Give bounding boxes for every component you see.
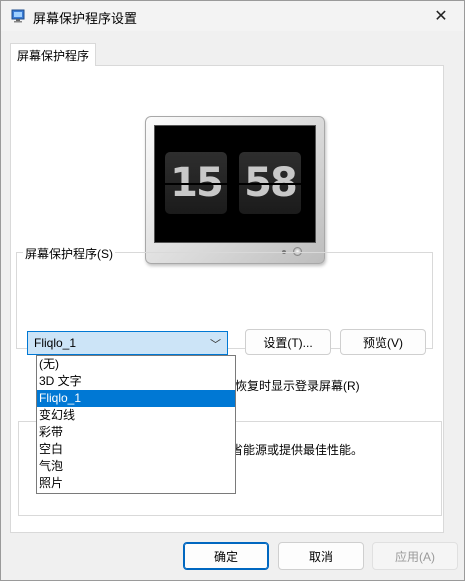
screensaver-select[interactable]: Fliqlo_1 ﹀ — [27, 331, 228, 355]
clock-hours: 15 — [165, 152, 227, 214]
dropdown-option[interactable]: Fliqlo_1 — [37, 390, 235, 407]
cancel-button[interactable]: 取消 — [278, 542, 364, 570]
dropdown-option[interactable]: 气泡 — [37, 458, 235, 475]
resume-login-checkbox-label[interactable]: 恢复时显示登录屏幕(R) — [235, 377, 360, 394]
dropdown-option[interactable]: 3D 文字 — [37, 373, 235, 390]
clock-minutes: 58 — [239, 152, 301, 214]
tab-screensaver[interactable]: 屏幕保护程序 — [10, 43, 96, 66]
close-button[interactable]: ✕ — [418, 1, 464, 31]
screensaver-select-value: Fliqlo_1 — [34, 336, 77, 350]
ok-button[interactable]: 确定 — [183, 542, 269, 570]
preview-button[interactable]: 预览(V) — [340, 329, 426, 355]
preview-screen: 15 58 — [154, 125, 316, 243]
display-settings-icon — [11, 9, 25, 23]
chevron-down-icon: ﹀ — [210, 339, 221, 351]
monitor-preview: 15 58 — [145, 116, 325, 264]
window-title: 屏幕保护程序设置 — [33, 11, 138, 26]
close-icon: ✕ — [434, 8, 448, 25]
dropdown-option[interactable]: 变幻线 — [37, 407, 235, 424]
dropdown-option[interactable]: 空白 — [37, 441, 235, 458]
screensaver-dropdown-list[interactable]: (无) 3D 文字 Fliqlo_1 变幻线 彩带 空白 气泡 照片 — [36, 355, 236, 494]
power-description: 省能源或提供最佳性能。 — [231, 443, 364, 457]
apply-button[interactable]: 应用(A) — [372, 542, 458, 570]
dropdown-option[interactable]: (无) — [37, 356, 235, 373]
dropdown-option[interactable]: 照片 — [37, 475, 235, 492]
dropdown-option[interactable]: 彩带 — [37, 424, 235, 441]
settings-button[interactable]: 设置(T)... — [245, 329, 331, 355]
screensaver-settings-window: 屏幕保护程序设置 ✕ 屏幕保护程序 15 58 屏幕保护程序(S) Fliqlo… — [0, 0, 465, 581]
title-bar[interactable]: 屏幕保护程序设置 ✕ — [1, 1, 464, 31]
screensaver-group-label: 屏幕保护程序(S) — [23, 245, 115, 262]
